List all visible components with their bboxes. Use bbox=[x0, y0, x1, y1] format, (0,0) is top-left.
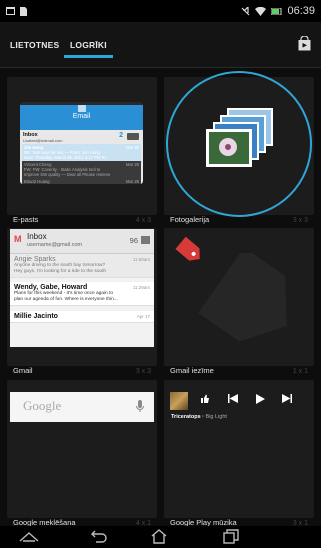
email-icon bbox=[77, 105, 86, 112]
gmail-widget-preview: M Inbox username@gmail.com 96 Angie Spar… bbox=[10, 229, 154, 347]
gallery-icon bbox=[206, 108, 273, 167]
gmail-label-shadow bbox=[198, 253, 287, 342]
mute-icon bbox=[242, 6, 250, 15]
email-widget-preview: Email Inbox Lisatest@hotmail.com 2 Jim H… bbox=[20, 102, 143, 184]
tab-widgets[interactable]: LOGRĪKI bbox=[64, 40, 113, 58]
recent-apps-icon[interactable] bbox=[223, 529, 239, 544]
widget-label: E-pasts bbox=[13, 215, 39, 224]
widget-gallery[interactable]: Fotogalerija 3 x 3 bbox=[164, 71, 314, 224]
store-icon[interactable] bbox=[298, 36, 311, 51]
back-icon[interactable] bbox=[90, 529, 108, 543]
widget-google-search[interactable]: Google Google meklēšana 4 x 1 bbox=[7, 380, 157, 527]
navigation-bar bbox=[0, 526, 321, 548]
widget-label: Gmail bbox=[13, 366, 33, 375]
previous-icon bbox=[228, 394, 238, 403]
collapse-icon[interactable] bbox=[18, 529, 40, 543]
email-preview-count: 2 bbox=[119, 132, 123, 139]
widget-gmail[interactable]: M Inbox username@gmail.com 96 Angie Spar… bbox=[7, 228, 157, 375]
widget-email[interactable]: Email Inbox Lisatest@hotmail.com 2 Jim H… bbox=[7, 77, 157, 224]
gmail-preview-count: 96 bbox=[129, 236, 138, 245]
gmail-preview-row: Millie Jacinto Apr 17 bbox=[10, 311, 154, 323]
widget-size: 3 x 3 bbox=[135, 368, 151, 375]
tab-bar: LIETOTNES LOGRĪKI bbox=[0, 22, 321, 68]
thumbs-up-icon bbox=[201, 394, 209, 403]
widget-label: Fotogalerija bbox=[170, 215, 210, 224]
status-bar: 06:39 bbox=[0, 0, 321, 22]
widget-gmail-label[interactable]: Gmail iezīme 1 x 1 bbox=[164, 228, 314, 375]
google-logo: Google bbox=[23, 398, 62, 413]
album-art bbox=[170, 392, 188, 410]
widget-size: 3 x 3 bbox=[292, 217, 308, 224]
email-preview-item: Brian2 Huang Mar 28 bbox=[22, 178, 141, 184]
widget-size: 4 x 3 bbox=[135, 217, 151, 224]
next-icon bbox=[282, 394, 292, 403]
gmail-preview-row: Wendy, Gabe, Howard 11:29am Plans for th… bbox=[10, 282, 154, 306]
gmail-preview-account: username@gmail.com bbox=[27, 242, 83, 248]
label-tag-icon bbox=[175, 236, 200, 261]
gmail-logo-icon: M bbox=[14, 234, 22, 244]
widget-label: Gmail iezīme bbox=[170, 366, 214, 375]
compose-icon bbox=[127, 133, 139, 140]
file-notification-icon bbox=[20, 6, 27, 16]
status-time: 06:39 bbox=[287, 5, 315, 17]
battery-icon bbox=[271, 7, 282, 15]
widget-size: 1 x 1 bbox=[292, 368, 308, 375]
home-icon[interactable] bbox=[151, 529, 167, 544]
image-notification-icon bbox=[6, 7, 15, 15]
email-preview-item: Jim Hong Mar 28 RE: Test case for sso — … bbox=[22, 144, 141, 161]
gmail-preview-inbox: Inbox bbox=[27, 232, 47, 241]
music-track-info: Triceratops · Big Light bbox=[171, 414, 227, 420]
email-preview-item: Vincent Cheng Mar 28 FW: FW: Coverity - … bbox=[22, 161, 141, 178]
email-preview-header: Email bbox=[72, 113, 91, 120]
compose-icon bbox=[141, 236, 150, 244]
microphone-icon bbox=[136, 400, 144, 412]
widget-grid: Email Inbox Lisatest@hotmail.com 2 Jim H… bbox=[0, 70, 321, 527]
tab-apps[interactable]: LIETOTNES bbox=[10, 40, 59, 50]
email-preview-account: Lisatest@hotmail.com bbox=[23, 138, 63, 143]
search-widget-preview: Google bbox=[10, 392, 154, 422]
music-widget-preview: Triceratops · Big Light bbox=[166, 388, 312, 422]
gmail-preview-row: Angie Sparks 11:50am Anyone driving to t… bbox=[10, 254, 154, 278]
widget-play-music[interactable]: Triceratops · Big Light Google Play mūzi… bbox=[164, 380, 314, 527]
play-icon bbox=[256, 394, 265, 404]
wifi-icon bbox=[255, 6, 267, 16]
